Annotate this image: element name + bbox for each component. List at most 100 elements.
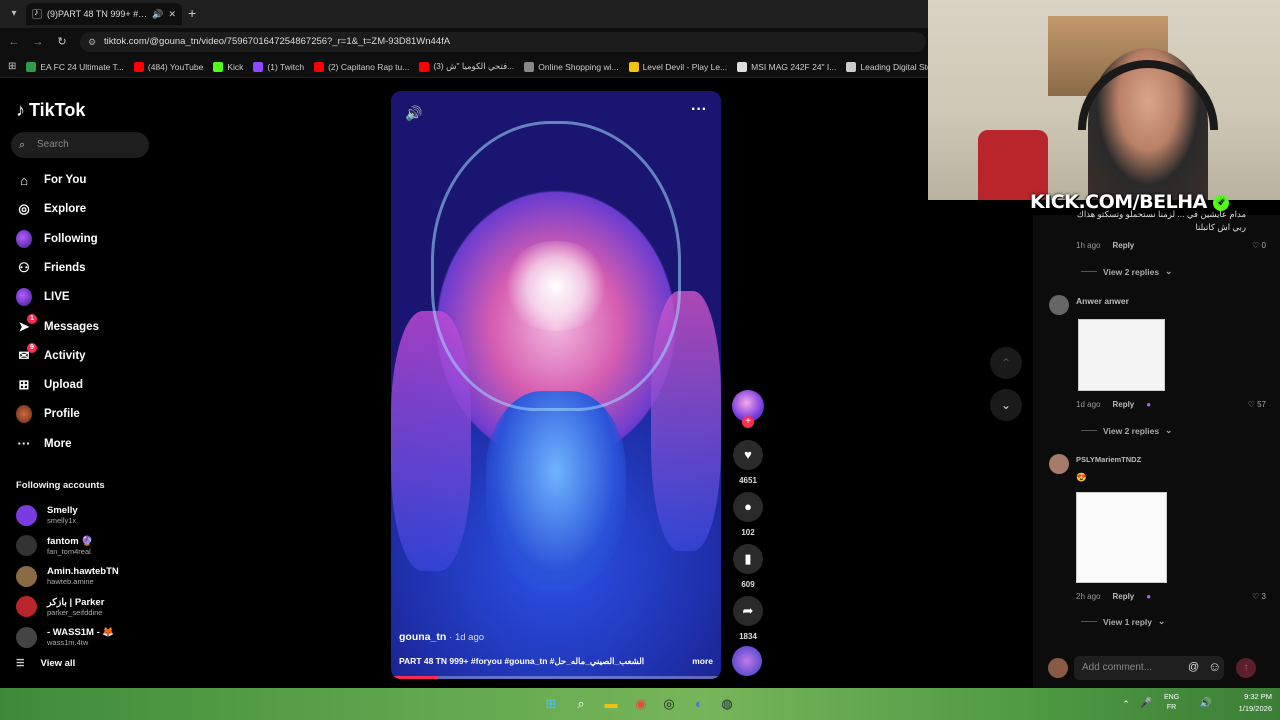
tab-search-icon[interactable]: ▾ [6, 6, 22, 22]
mention-at-icon[interactable]: @ [1188, 661, 1199, 673]
new-tab-icon[interactable]: + [188, 5, 196, 21]
apps-grid-icon[interactable]: ⊞ [8, 61, 16, 72]
send-arrow-icon[interactable]: ↑ [1236, 658, 1256, 678]
tiktok-logo[interactable]: ♪ TikTok [16, 100, 85, 121]
bookmark-favicon-icon [628, 61, 639, 72]
sidebar-item-explore[interactable]: ◎ Explore [16, 197, 86, 221]
bookmarks-bar: ⊞ EA FC 24 Ultimate T... (484) YouTube Kic… [0, 56, 930, 78]
author-name[interactable]: gouna_tn [399, 631, 446, 643]
bookmark-label: (2) Capitano Rap tu... [328, 61, 410, 72]
following-account-item[interactable]: Amin.hawtebTN hawteb.amine [16, 563, 119, 589]
search-input[interactable]: ⌕ Search [11, 132, 149, 158]
following-account-item[interactable]: Smelly smelly1x [16, 502, 78, 528]
sidebar-item-following[interactable]: Following [16, 227, 98, 251]
comment-sticker-image[interactable] [1078, 319, 1165, 391]
tab-audio-icon[interactable]: 🔊 [152, 9, 163, 20]
discord-icon[interactable]: ◐ [689, 694, 709, 714]
bookmark-item[interactable]: Online Shopping wi... [524, 61, 619, 72]
following-account-item[interactable]: fantom 🔮 fan_tom4real [16, 533, 93, 559]
sidebar-item-profile[interactable]: Profile [16, 402, 80, 426]
comment-meta: 1h ago Reply [1076, 241, 1134, 250]
forward-icon[interactable]: → [30, 34, 46, 50]
bookmark-item[interactable]: MSI MAG 242F 24" I... [737, 61, 836, 72]
bookmark-item[interactable]: (1) Twitch [253, 61, 304, 72]
sidebar-item-for-you[interactable]: ⌂ For You [16, 168, 86, 192]
microphone-icon[interactable]: 🎤 [1136, 694, 1156, 714]
tiktok-favicon-icon [32, 7, 42, 19]
commenter-avatar[interactable] [1049, 295, 1069, 315]
comment-like[interactable]: ♡ 3 [1252, 592, 1266, 601]
windows-start-icon[interactable]: ⊞ [541, 694, 561, 714]
bookmark-item[interactable]: (3) فتحي الكوميا "ش... [419, 61, 514, 72]
comment-like[interactable]: ♡ 57 [1248, 400, 1266, 409]
caption-more-link[interactable]: more [692, 656, 713, 667]
share-count: 1834 [739, 632, 757, 641]
file-explorer-icon[interactable]: ▬ [601, 694, 621, 714]
view-replies-label: View 2 replies [1103, 425, 1160, 436]
reply-button[interactable]: Reply [1112, 400, 1134, 409]
bookmark-item[interactable]: Kick [213, 61, 243, 72]
view-replies-button[interactable]: View 1 reply ⌄ [1081, 616, 1165, 627]
previous-video-chevron-up-icon[interactable]: ⌃ [990, 347, 1022, 379]
steam-icon[interactable]: ◍ [717, 694, 737, 714]
emoji-icon[interactable]: ☺ [1208, 659, 1221, 674]
comment-input[interactable]: Add comment... [1074, 656, 1224, 680]
bookmark-icon[interactable]: ▮ [733, 544, 763, 574]
video-author[interactable]: gouna_tn · 1d ago [399, 631, 484, 643]
bookmark-favicon-icon [524, 61, 535, 72]
reload-icon[interactable]: ↻ [54, 34, 70, 50]
obs-icon[interactable]: ◎ [659, 694, 679, 714]
commenter-name[interactable]: PSLYMariemTNDZ [1076, 455, 1141, 464]
tab-close-icon[interactable]: ✕ [168, 9, 176, 20]
music-disc-icon[interactable] [732, 646, 762, 676]
following-account-item[interactable]: - WASS1M - 🦊 wass1m.4tw [16, 624, 114, 650]
view-replies-button[interactable]: View 2 replies ⌄ [1081, 425, 1172, 436]
like-heart-icon[interactable]: ♥ [733, 440, 763, 470]
volume-tray-icon[interactable]: 🔊 [1196, 694, 1216, 714]
bookmark-item[interactable]: (484) YouTube [133, 61, 203, 72]
commenter-avatar[interactable] [1049, 454, 1069, 474]
share-arrow-icon[interactable]: ➦ [733, 596, 763, 626]
following-account-item[interactable]: بازكر | Parker parker_seifddine [16, 594, 104, 620]
bookmark-item[interactable]: EA FC 24 Ultimate T... [26, 61, 124, 72]
tray-overflow-chevron-icon[interactable]: ⌃ [1116, 694, 1136, 714]
follow-plus-icon[interactable]: + [742, 416, 754, 428]
url-field[interactable]: tiktok.com/@gouna_tn/video/7596701647254… [80, 32, 926, 52]
video-player[interactable]: 🔊 ··· gouna_tn · 1d ago PART 48 TN 999+ … [391, 91, 721, 679]
sidebar-item-activity[interactable]: ✉ 9 Activity [16, 342, 86, 368]
language-indicator[interactable]: ENG FR [1164, 693, 1179, 713]
active-tab[interactable]: (9)PART 48 TN 999+ #foryo 🔊 ✕ [26, 3, 182, 25]
sidebar-item-more[interactable]: ··· More [16, 432, 72, 456]
avatar [16, 405, 32, 424]
clock[interactable]: 9:32 PM 1/19/2026 [1239, 691, 1272, 715]
creator-liked-avatar-icon: ● [1146, 592, 1152, 601]
next-video-chevron-down-icon[interactable]: ⌄ [990, 389, 1022, 421]
bookmark-item[interactable]: Level Devil - Play Le... [628, 61, 727, 72]
view-replies-button[interactable]: View 2 replies ⌄ [1081, 266, 1172, 277]
commenter-name[interactable]: Anwer anwer [1076, 296, 1129, 306]
comment-sticker-image[interactable] [1076, 492, 1167, 583]
video-frame-brain-glow [501, 241, 611, 331]
reply-button[interactable]: Reply [1112, 592, 1134, 601]
back-icon[interactable]: ← [6, 34, 22, 50]
video-progress-bar[interactable] [391, 676, 721, 679]
bookmark-item[interactable]: Leading Digital Stor... [846, 61, 930, 72]
video-more-options-icon[interactable]: ··· [691, 101, 707, 119]
chrome-icon[interactable]: ◉ [631, 694, 651, 714]
volume-icon[interactable]: 🔊 [405, 105, 422, 122]
taskbar-search-icon[interactable]: ⌕ [571, 694, 591, 714]
sidebar-item-upload[interactable]: ⊞ Upload [16, 373, 83, 397]
comment-age: 1d ago [1076, 400, 1101, 409]
comment-bubble-icon[interactable]: ● [733, 492, 763, 522]
sidebar-item-friends[interactable]: ⚇ Friends [16, 256, 85, 280]
bookmark-favicon-icon [26, 61, 37, 72]
more-icon: ··· [17, 436, 31, 452]
view-all-link[interactable]: ☰ View all [16, 658, 75, 669]
comment-like[interactable]: ♡ 0 [1252, 241, 1266, 250]
sidebar-item-live[interactable]: LIVE [16, 285, 70, 309]
reply-button[interactable]: Reply [1112, 241, 1134, 250]
sidebar-item-messages[interactable]: ➤ 1 Messages [16, 313, 99, 339]
bookmark-item[interactable]: (2) Capitano Rap tu... [314, 61, 410, 72]
view-replies-label: View 2 replies [1103, 266, 1160, 277]
language-primary: ENG [1164, 694, 1180, 701]
